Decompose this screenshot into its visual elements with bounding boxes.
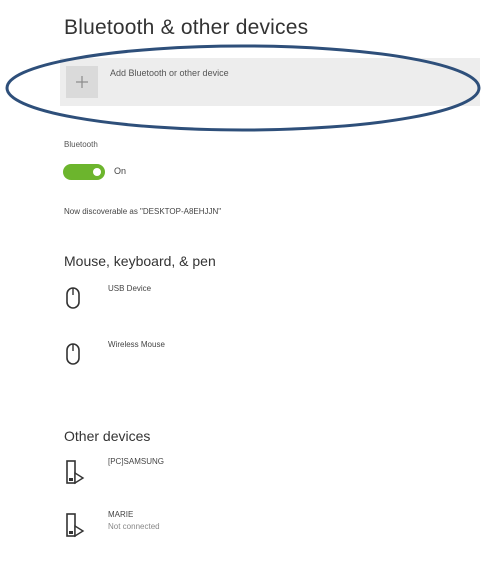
toggle-knob [93, 168, 101, 176]
mouse-icon [66, 343, 80, 365]
bluetooth-section-label: Bluetooth [64, 140, 98, 149]
add-device-label: Add Bluetooth or other device [110, 68, 229, 78]
media-device-icon [66, 513, 85, 538]
device-item-wireless-mouse[interactable]: Wireless Mouse [62, 340, 362, 380]
mouse-keyboard-pen-heading: Mouse, keyboard, & pen [64, 253, 216, 269]
device-item-marie[interactable]: MARIE Not connected [62, 510, 362, 550]
device-item-usb-device[interactable]: USB Device [62, 284, 362, 324]
page-title: Bluetooth & other devices [64, 16, 309, 39]
bluetooth-toggle[interactable] [63, 164, 105, 180]
device-name: USB Device [108, 284, 152, 293]
other-devices-heading: Other devices [64, 428, 151, 444]
add-bluetooth-device-button[interactable]: Add Bluetooth or other device [60, 58, 480, 106]
media-device-icon [66, 460, 85, 485]
discoverable-text: Now discoverable as "DESKTOP-A8EHJJN" [64, 207, 222, 216]
device-name: MARIE [108, 510, 134, 519]
device-name: Wireless Mouse [108, 340, 165, 349]
device-status: Not connected [108, 522, 160, 531]
device-name: [PC]SAMSUNG [108, 457, 165, 466]
bluetooth-toggle-state: On [114, 166, 127, 176]
device-item-pc-samsung[interactable]: [PC]SAMSUNG [62, 457, 362, 497]
mouse-icon [66, 287, 80, 309]
plus-icon [66, 66, 98, 98]
